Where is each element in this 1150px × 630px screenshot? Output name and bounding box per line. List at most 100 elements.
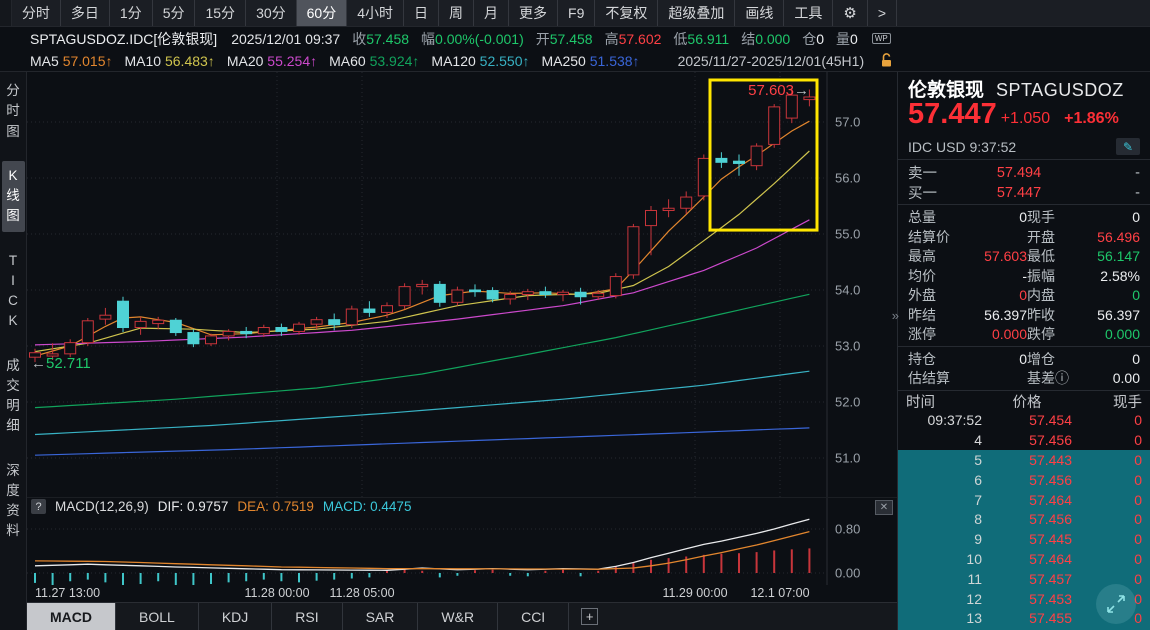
trading-app: 分时 多日 1分 5分 15分 30分 60分 4小时日周月更多 F9 不复权 超级叠加 画线 工具 ⚙… xyxy=(0,0,1150,630)
stat-row: 最高 57.603 最低 56.147 xyxy=(898,246,1150,266)
plus-icon: + xyxy=(581,608,599,625)
candlestick-chart[interactable]: 57.0 56.0 55.0 54.0 53.0 52.0 51.0 57.603→ ←52.7… xyxy=(27,72,897,497)
candle[interactable] xyxy=(205,333,217,346)
stats-grid: 总量 0 现手 0 结算价 开盘 56.496 最高 57.603 最低 56.147 均价 - 振幅 2.… xyxy=(898,205,1150,347)
candle[interactable] xyxy=(645,206,657,256)
quote-field-value: 0 xyxy=(816,30,825,47)
candle[interactable] xyxy=(733,154,745,176)
candle[interactable] xyxy=(416,279,429,295)
toolbar-button[interactable]: 超级叠加 xyxy=(658,0,736,26)
add-indicator-button[interactable]: + xyxy=(569,603,610,630)
tick-vol: 0 xyxy=(1134,570,1142,587)
candle[interactable] xyxy=(750,143,763,171)
quote-field-label: 开 xyxy=(535,30,550,47)
period-tab[interactable]: 分时 xyxy=(12,0,61,26)
period-tab[interactable]: 月 xyxy=(474,0,510,26)
indicator-tab[interactable]: W&R xyxy=(418,603,499,630)
tick-row[interactable]: 9 57.445 0 xyxy=(898,529,1150,550)
period-tab[interactable]: 多日 xyxy=(61,0,110,26)
candle[interactable] xyxy=(187,329,200,348)
sidebar-item[interactable]: T I C K xyxy=(2,246,25,337)
indicator-tab[interactable]: SAR xyxy=(343,603,419,630)
indicator-tab[interactable]: RSI xyxy=(272,603,343,630)
stat-label: 总量 xyxy=(908,209,936,225)
wp-icon[interactable]: WP xyxy=(871,33,891,44)
tick-vol: 0 xyxy=(1134,432,1142,449)
indicator-tab[interactable]: BOLL xyxy=(116,603,199,630)
candle[interactable] xyxy=(363,301,376,317)
stat-value: 2.58% xyxy=(1100,267,1140,284)
sidebar-item[interactable]: K 线 图 xyxy=(1,160,25,232)
period-tab[interactable]: 1分 xyxy=(110,0,153,26)
tick-row[interactable]: 6 57.456 0 xyxy=(898,469,1150,490)
ma-value: 55.254↑ xyxy=(267,52,318,69)
period-tab[interactable]: 日 xyxy=(404,0,440,26)
period-tab[interactable]: 60分 xyxy=(296,0,348,26)
period-tab[interactable]: 5分 xyxy=(153,0,196,26)
candle[interactable] xyxy=(697,154,710,201)
period-tab[interactable]: 4小时 xyxy=(347,0,405,26)
candle[interactable] xyxy=(398,283,411,310)
tick-row[interactable]: 5 57.443 0 xyxy=(898,450,1150,470)
candle[interactable] xyxy=(451,286,464,306)
candle[interactable] xyxy=(609,273,622,299)
candle[interactable] xyxy=(81,318,94,346)
quote-field-label: 幅 xyxy=(421,30,436,47)
stat-value: 0 xyxy=(1019,209,1027,225)
expand-icon[interactable] xyxy=(1096,584,1136,624)
candle[interactable] xyxy=(627,223,640,279)
panel-collapse-handle[interactable]: » xyxy=(892,308,899,323)
period-tab[interactable]: 周 xyxy=(439,0,475,26)
help-icon[interactable]: ? xyxy=(31,499,46,514)
candle[interactable] xyxy=(662,199,675,218)
sidebar-item[interactable]: 深 度 资 料 xyxy=(2,456,25,547)
period-tab[interactable]: 30分 xyxy=(246,0,297,26)
tick-row[interactable]: 7 57.464 0 xyxy=(898,489,1150,510)
tick-vol: 0 xyxy=(1134,491,1142,508)
indicator-tab[interactable]: KDJ xyxy=(199,603,273,630)
stat-label: 最低 xyxy=(1027,248,1055,264)
candle[interactable] xyxy=(715,152,728,168)
edit-icon[interactable]: ✎ xyxy=(1116,138,1140,155)
candle[interactable] xyxy=(521,288,534,301)
period-tab[interactable]: 15分 xyxy=(195,0,247,26)
candle[interactable] xyxy=(469,284,481,297)
candle[interactable] xyxy=(134,316,147,335)
candle[interactable] xyxy=(99,307,112,325)
tick-price: 57.464 xyxy=(1029,550,1072,567)
tick-price: 57.464 xyxy=(1029,491,1072,508)
toolbar-button[interactable]: F9 xyxy=(558,0,596,26)
candle[interactable] xyxy=(433,281,446,307)
highlight-box xyxy=(708,78,819,232)
tick-row[interactable]: 09:37:52 57.454 0 xyxy=(898,411,1150,431)
tick-row[interactable]: 8 57.456 0 xyxy=(898,509,1150,530)
quote-field-label: 高 xyxy=(604,30,619,47)
more-chevron-icon[interactable]: > xyxy=(868,0,897,26)
stat-row: 涨停 0.000 跌停 0.000 xyxy=(898,324,1150,344)
unlock-icon[interactable] xyxy=(880,53,893,68)
indicator-tab[interactable]: CCI xyxy=(498,603,570,630)
sidebar-item[interactable]: 分 时 图 xyxy=(2,76,25,147)
chart-area: 57.0 56.0 55.0 54.0 53.0 52.0 51.0 57.603→ ←52.7… xyxy=(27,72,899,630)
ma-line-MA60 xyxy=(34,293,810,409)
candle[interactable] xyxy=(169,318,182,336)
ma-value: 52.550↑ xyxy=(479,52,530,69)
gear-icon[interactable]: ⚙ xyxy=(833,0,868,26)
candle[interactable] xyxy=(557,290,569,302)
toolbar-button[interactable]: 工具 xyxy=(784,0,834,26)
quote-field: 收57.458 xyxy=(352,31,409,47)
ma-value: 53.924↑ xyxy=(369,52,420,69)
indicator-tab[interactable]: MACD xyxy=(27,603,116,630)
candle[interactable] xyxy=(345,305,358,329)
candle[interactable] xyxy=(117,296,129,332)
close-icon[interactable]: ✕ xyxy=(875,500,893,515)
quote-field-label: 低 xyxy=(673,30,688,47)
sidebar-item[interactable]: 成 交 明 细 xyxy=(2,351,25,442)
tick-row[interactable]: 4 57.456 0 xyxy=(898,430,1150,450)
toolbar-button[interactable]: 画线 xyxy=(735,0,785,26)
tick-row[interactable]: 10 57.464 0 xyxy=(898,549,1150,569)
toolbar-button[interactable]: 不复权 xyxy=(595,0,659,26)
period-tab[interactable]: 更多 xyxy=(509,0,559,26)
candle[interactable] xyxy=(768,104,781,148)
candle[interactable] xyxy=(539,286,552,298)
